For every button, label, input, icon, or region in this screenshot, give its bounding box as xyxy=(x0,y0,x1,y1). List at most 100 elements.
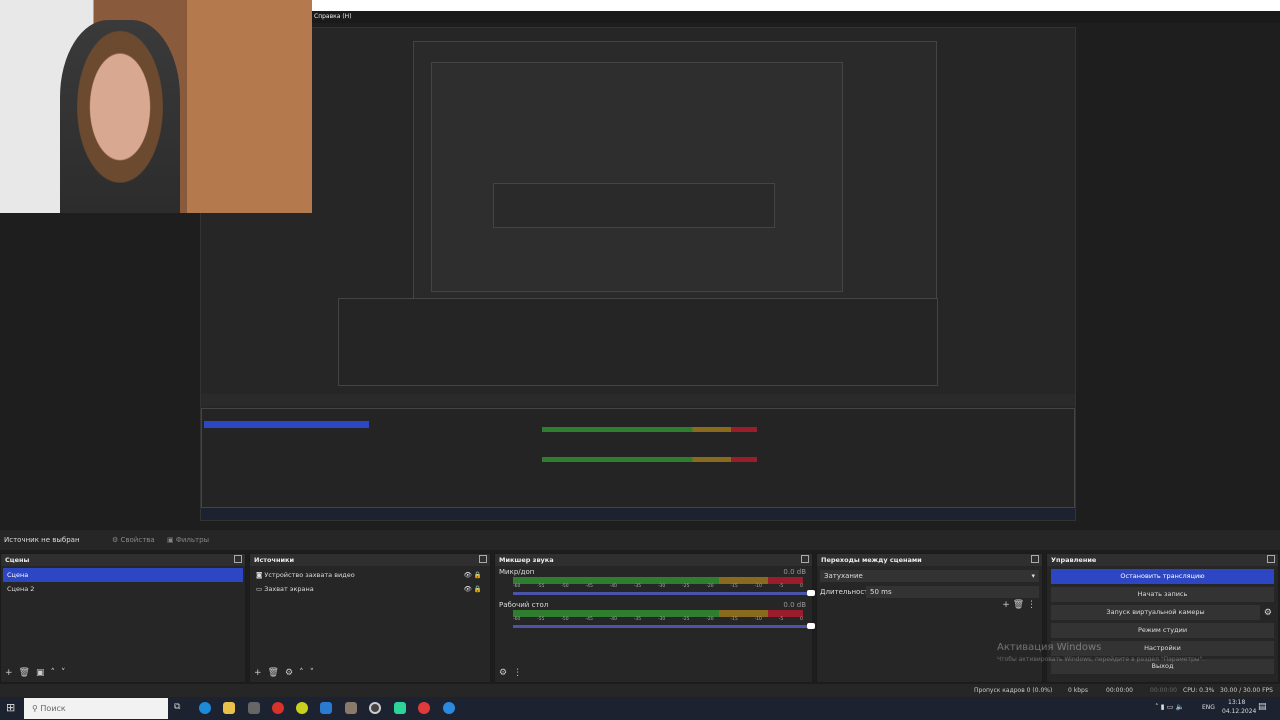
meter-ticks: -60 -55 -50 -45 -40 -35 -30 -25 -20 -15 -10 -5 0 xyxy=(513,584,803,589)
mixer-track: Рабочий стол 0.0 dB -60 -55 -50 -45 -40 -35 -30… xyxy=(495,597,815,630)
bitrate: 0 kbps xyxy=(1068,687,1088,694)
volume-meter xyxy=(513,610,803,617)
yandex-icon[interactable] xyxy=(272,702,284,714)
undock-icon[interactable] xyxy=(479,555,487,563)
nested-preview-2 xyxy=(431,62,843,292)
chevron-up-icon[interactable]: ˄ xyxy=(51,668,56,678)
undock-icon[interactable] xyxy=(234,555,242,563)
source-label: Устройство захвата видео xyxy=(264,571,355,579)
scene-item[interactable]: Сцена xyxy=(3,568,243,582)
mixer-track: Микр/доп 0.0 dB -60 -55 -50 -45 -40 -35 -30 -25-… xyxy=(495,566,815,597)
app-icon[interactable] xyxy=(394,702,406,714)
more-icon[interactable]: ⋮ xyxy=(513,668,522,678)
app-icon[interactable] xyxy=(345,702,357,714)
tray-icons[interactable]: ˄ ▮ ▭ 🔈 xyxy=(1155,703,1184,711)
no-source-label: Источник не выбран xyxy=(4,536,80,544)
stop-streaming-button[interactable]: Остановить трансляцию xyxy=(1051,569,1274,584)
undock-icon[interactable] xyxy=(1267,555,1275,563)
cpu-usage: CPU: 0.3% xyxy=(1183,687,1215,694)
file-explorer-icon[interactable] xyxy=(223,702,235,714)
gear-icon[interactable]: ⚙ xyxy=(285,668,293,678)
captured-menu-bar: Справка (H) xyxy=(312,11,1280,23)
app-icon[interactable] xyxy=(443,702,455,714)
search-placeholder: Поиск xyxy=(40,704,66,713)
obs-icon[interactable] xyxy=(369,702,381,714)
transitions-dock: Переходы между сценами Затухание ▾ Длител… xyxy=(816,553,1043,683)
filters-button[interactable]: ▣ Фильтры xyxy=(167,530,209,550)
studio-mode-button[interactable]: Режим студии xyxy=(1051,623,1274,638)
nested-toolbar xyxy=(201,394,1075,406)
windows-activation-subtitle: Чтобы активировать Windows, перейдите в … xyxy=(997,656,1205,663)
more-icon[interactable]: ⋮ xyxy=(1027,600,1036,610)
monitor-icon: ▭ xyxy=(256,585,265,593)
windows-start-icon[interactable]: ⊞ xyxy=(6,701,15,714)
add-icon[interactable]: + xyxy=(5,668,13,678)
chevron-down-icon[interactable]: ˅ xyxy=(61,668,66,678)
mail-icon[interactable] xyxy=(320,702,332,714)
status-bar: Пропуск кадров 0 (0.0%) 0 kbps 00:00:00 … xyxy=(0,684,1280,697)
source-label: Захват экрана xyxy=(264,585,314,593)
webcam-feed xyxy=(0,0,312,213)
gear-icon[interactable]: ⚙ xyxy=(499,668,507,678)
filters-label: Фильтры xyxy=(175,536,210,544)
edge-icon[interactable] xyxy=(199,702,211,714)
source-item[interactable]: ▭ Захват экрана 👁 🔒 xyxy=(252,582,488,596)
nested-obs-bottom xyxy=(201,408,1075,508)
nested-obs-docks xyxy=(338,298,938,386)
transition-value: Затухание xyxy=(824,572,863,580)
sources-title: Источники xyxy=(254,556,294,564)
controls-dock: Управление Остановить трансляцию Начать … xyxy=(1046,553,1279,683)
task-view-icon[interactable]: ⧉ xyxy=(174,702,180,712)
properties-label: Свойства xyxy=(120,536,155,544)
clock-time[interactable]: 13:18 xyxy=(1228,699,1245,706)
transition-select[interactable]: Затухание ▾ xyxy=(820,570,1039,582)
store-icon[interactable] xyxy=(248,702,260,714)
source-toolbar: Источник не выбран ⚙ Свойства ▣ Фильтры xyxy=(0,530,1280,550)
duration-label: Длительность xyxy=(820,588,873,596)
controls-title: Управление xyxy=(1051,556,1097,564)
track-db: 0.0 dB xyxy=(783,568,806,576)
webcam-person xyxy=(60,20,180,213)
menu-help: Справка (H) xyxy=(314,13,352,20)
add-icon[interactable]: + xyxy=(254,668,262,678)
scenes-title: Сцены xyxy=(5,556,30,564)
scenes-dock: Сцены Сцена Сцена 2 + 🗑 ▣ ˄ ˅ xyxy=(0,553,246,683)
chevron-up-icon[interactable]: ˄ xyxy=(299,668,304,678)
source-item[interactable]: ◙ Устройство захвата видео 👁 🔒 xyxy=(252,568,488,582)
dropped-frames: Пропуск кадров 0 (0.0%) xyxy=(974,687,1053,694)
volume-slider[interactable] xyxy=(513,590,815,596)
clock-date[interactable]: 04.12.2024 xyxy=(1222,708,1256,715)
gear-icon[interactable]: ⚙ xyxy=(1264,608,1272,618)
meter-ticks: -60 -55 -50 -45 -40 -35 -30 -25 -20 -15 -10 -5 0 xyxy=(513,617,803,622)
add-icon[interactable]: + xyxy=(1002,600,1012,610)
windows-activation-title: Активация Windows xyxy=(997,642,1102,653)
start-virtual-camera-button[interactable]: Запуск виртуальной камеры xyxy=(1051,605,1260,620)
duration-input[interactable]: 50 ms xyxy=(866,586,1039,598)
filter-icon: ▣ xyxy=(167,536,176,544)
eye-lock-icons[interactable]: 👁 🔒 xyxy=(464,582,482,596)
start-recording-button[interactable]: Начать запись xyxy=(1051,587,1274,602)
volume-slider[interactable] xyxy=(513,623,815,629)
undock-icon[interactable] xyxy=(1031,555,1039,563)
captured-screen xyxy=(200,27,1076,521)
track-name: Микр/доп xyxy=(499,568,535,576)
stream-time: 00:00:00 xyxy=(1106,687,1133,694)
app-icon[interactable] xyxy=(296,702,308,714)
filter-icon[interactable]: ▣ xyxy=(36,668,45,678)
mixer-title: Микшер звука xyxy=(499,556,554,564)
trash-icon[interactable]: 🗑 xyxy=(19,668,30,678)
language-indicator[interactable]: ENG xyxy=(1202,704,1215,711)
record-time: 00:00:00 xyxy=(1150,687,1177,694)
undock-icon[interactable] xyxy=(801,555,809,563)
eye-lock-icons[interactable]: 👁 🔒 xyxy=(464,568,482,582)
notifications-icon[interactable]: ▤ xyxy=(1258,702,1267,712)
trash-icon[interactable]: 🗑 xyxy=(268,668,279,678)
properties-button[interactable]: ⚙ Свойства xyxy=(112,530,155,550)
chevron-down-icon[interactable]: ˅ xyxy=(310,668,315,678)
sources-dock: Источники ◙ Устройство захвата видео 👁 🔒 … xyxy=(249,553,491,683)
trash-icon[interactable]: 🗑 xyxy=(1013,600,1027,610)
yandex-browser-icon[interactable] xyxy=(418,702,430,714)
scene-item[interactable]: Сцена 2 xyxy=(3,582,243,596)
chevron-down-icon: ▾ xyxy=(1031,572,1035,580)
search-box[interactable]: ⚲ Поиск xyxy=(24,698,168,719)
